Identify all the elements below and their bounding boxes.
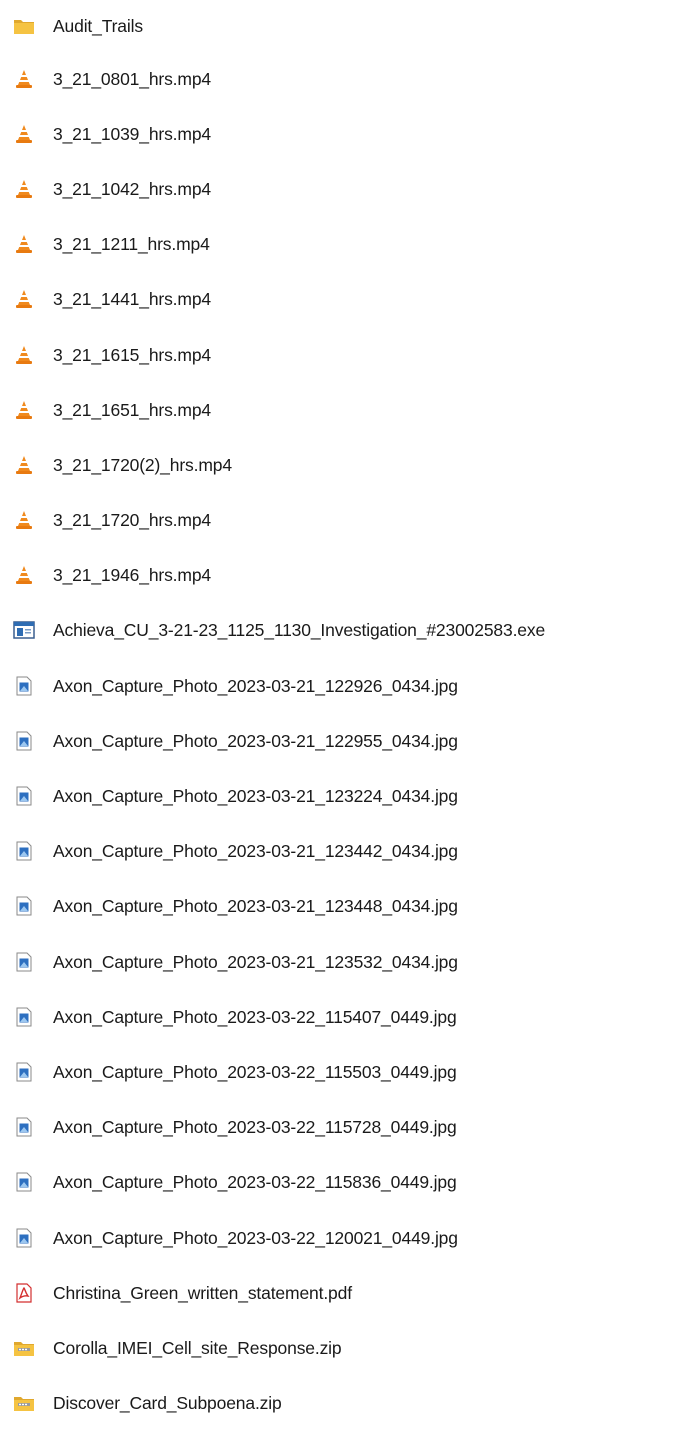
list-item-video[interactable]: 3_21_1211_hrs.mp4 [0, 217, 695, 272]
file-name: 3_21_1946_hrs.mp4 [53, 565, 211, 586]
pdf-icon [13, 1282, 35, 1304]
vlc-cone-icon [13, 123, 35, 145]
list-item-image[interactable]: Axon_Capture_Photo_2023-03-22_115503_044… [0, 1044, 695, 1099]
file-name: Axon_Capture_Photo_2023-03-21_123532_043… [53, 951, 458, 972]
image-file-icon [13, 1227, 35, 1249]
list-item-image[interactable]: Axon_Capture_Photo_2023-03-22_115836_044… [0, 1155, 695, 1210]
file-name: Corolla_IMEI_Cell_site_Response.zip [53, 1337, 342, 1358]
list-item-pdf[interactable]: Christina_Green_written_statement.pdf [0, 1265, 695, 1320]
image-file-icon [13, 1171, 35, 1193]
list-item-image[interactable]: Axon_Capture_Photo_2023-03-21_122926_043… [0, 658, 695, 713]
list-item-image[interactable]: Axon_Capture_Photo_2023-03-21_123224_043… [0, 768, 695, 823]
list-item-video[interactable]: 3_21_0801_hrs.mp4 [0, 51, 695, 106]
image-file-icon [13, 785, 35, 807]
list-item-video[interactable]: 3_21_1720(2)_hrs.mp4 [0, 437, 695, 492]
vlc-cone-icon [13, 454, 35, 476]
file-name: 3_21_1720(2)_hrs.mp4 [53, 454, 232, 475]
vlc-cone-icon [13, 233, 35, 255]
file-name: 3_21_1651_hrs.mp4 [53, 399, 211, 420]
file-name: Axon_Capture_Photo_2023-03-21_122926_043… [53, 675, 458, 696]
list-item-video[interactable]: 3_21_1615_hrs.mp4 [0, 327, 695, 382]
file-name: 3_21_1720_hrs.mp4 [53, 510, 211, 531]
file-name: Discover_Card_Subpoena.zip [53, 1393, 282, 1414]
image-file-icon [13, 675, 35, 697]
file-name: Axon_Capture_Photo_2023-03-21_123448_043… [53, 896, 458, 917]
list-item-video[interactable]: 3_21_1720_hrs.mp4 [0, 493, 695, 548]
list-item-image[interactable]: Axon_Capture_Photo_2023-03-22_115728_044… [0, 1100, 695, 1155]
image-file-icon [13, 1061, 35, 1083]
vlc-cone-icon [13, 68, 35, 90]
file-name: 3_21_0801_hrs.mp4 [53, 68, 211, 89]
list-item-folder[interactable]: Audit_Trails [0, 0, 695, 51]
image-file-icon [13, 951, 35, 973]
list-item-image[interactable]: Axon_Capture_Photo_2023-03-21_123448_043… [0, 879, 695, 934]
list-item-image[interactable]: Axon_Capture_Photo_2023-03-21_122955_043… [0, 713, 695, 768]
vlc-cone-icon [13, 509, 35, 531]
zip-folder-icon [13, 1337, 35, 1359]
file-name: Axon_Capture_Photo_2023-03-22_120021_044… [53, 1227, 458, 1248]
list-item-video[interactable]: 3_21_1039_hrs.mp4 [0, 106, 695, 161]
file-name: Axon_Capture_Photo_2023-03-21_123442_043… [53, 841, 458, 862]
file-name: 3_21_1615_hrs.mp4 [53, 344, 211, 365]
image-file-icon [13, 1006, 35, 1028]
vlc-cone-icon [13, 564, 35, 586]
file-name: Axon_Capture_Photo_2023-03-22_115836_044… [53, 1172, 457, 1193]
vlc-cone-icon [13, 344, 35, 366]
vlc-cone-icon [13, 178, 35, 200]
file-name: Christina_Green_written_statement.pdf [53, 1282, 352, 1303]
vlc-cone-icon [13, 399, 35, 421]
file-name: Axon_Capture_Photo_2023-03-22_115503_044… [53, 1061, 457, 1082]
file-name: Axon_Capture_Photo_2023-03-22_115728_044… [53, 1117, 457, 1138]
file-name: 3_21_1042_hrs.mp4 [53, 178, 211, 199]
list-item-image[interactable]: Axon_Capture_Photo_2023-03-22_120021_044… [0, 1210, 695, 1265]
file-name: Achieva_CU_3-21-23_1125_1130_Investigati… [53, 620, 546, 641]
list-item-zip[interactable]: Discover_Card_Subpoena.zip [0, 1376, 695, 1431]
list-item-zip[interactable]: Corolla_IMEI_Cell_site_Response.zip [0, 1320, 695, 1375]
list-item-image[interactable]: Axon_Capture_Photo_2023-03-21_123532_043… [0, 934, 695, 989]
image-file-icon [13, 840, 35, 862]
image-file-icon [13, 895, 35, 917]
list-item-video[interactable]: 3_21_1042_hrs.mp4 [0, 161, 695, 216]
file-name: 3_21_1441_hrs.mp4 [53, 289, 211, 310]
list-item-video[interactable]: 3_21_1946_hrs.mp4 [0, 548, 695, 603]
folder-icon [13, 15, 35, 37]
list-item-image[interactable]: Axon_Capture_Photo_2023-03-22_115407_044… [0, 989, 695, 1044]
file-name: 3_21_1211_hrs.mp4 [53, 234, 210, 255]
file-name: Axon_Capture_Photo_2023-03-22_115407_044… [53, 1006, 457, 1027]
file-name: 3_21_1039_hrs.mp4 [53, 123, 211, 144]
image-file-icon [13, 1116, 35, 1138]
file-name: Audit_Trails [53, 15, 143, 36]
executable-icon [13, 619, 35, 641]
file-name: Axon_Capture_Photo_2023-03-21_123224_043… [53, 786, 458, 807]
list-item-executable[interactable]: Achieva_CU_3-21-23_1125_1130_Investigati… [0, 603, 695, 658]
file-name: Axon_Capture_Photo_2023-03-21_122955_043… [53, 730, 458, 751]
list-item-video[interactable]: 3_21_1651_hrs.mp4 [0, 382, 695, 437]
zip-folder-icon [13, 1392, 35, 1414]
list-item-video[interactable]: 3_21_1441_hrs.mp4 [0, 272, 695, 327]
image-file-icon [13, 730, 35, 752]
vlc-cone-icon [13, 288, 35, 310]
list-item-image[interactable]: Axon_Capture_Photo_2023-03-21_123442_043… [0, 824, 695, 879]
file-list: Audit_Trails 3_21_0801_hrs.mp4 3_21_1039… [0, 0, 695, 1431]
